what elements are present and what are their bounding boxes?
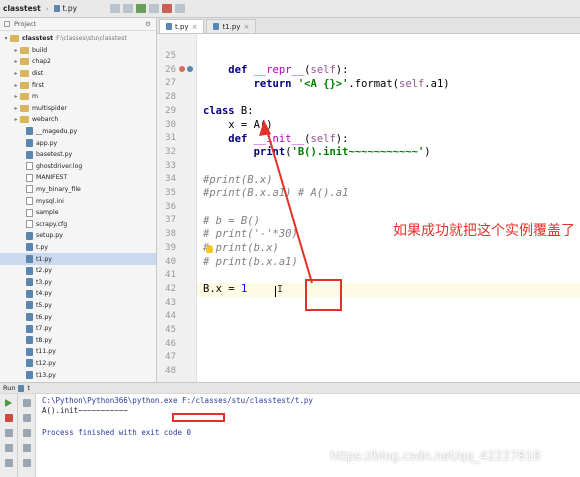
run-panel-title: Run bbox=[3, 384, 16, 392]
highlight-box bbox=[172, 413, 225, 422]
annotation-note: 如果成功就把这个实例覆盖了 bbox=[393, 223, 575, 239]
layout-icon[interactable] bbox=[5, 444, 13, 452]
run-console[interactable]: C:\Python\Python366\python.exe F:/classe… bbox=[36, 394, 580, 477]
scroll-up-icon[interactable] bbox=[23, 399, 31, 407]
console-command: C:\Python\Python366\python.exe F:/classe… bbox=[42, 396, 313, 405]
run-toolbar-secondary bbox=[18, 394, 36, 477]
print-icon[interactable] bbox=[23, 444, 31, 452]
trash-icon[interactable] bbox=[23, 459, 31, 467]
run-config-name[interactable]: t bbox=[27, 384, 30, 392]
console-output: A().init~~~~~~~~~~~ bbox=[42, 406, 128, 415]
scroll-down-icon[interactable] bbox=[23, 414, 31, 422]
python-file-icon bbox=[18, 384, 25, 392]
wrap-icon[interactable] bbox=[23, 429, 31, 437]
run-toolbar bbox=[0, 394, 18, 477]
watermark: https://blog.csdn.net/qq_42227818 bbox=[330, 449, 541, 463]
pin-icon[interactable] bbox=[5, 459, 13, 467]
pause-icon[interactable] bbox=[5, 429, 13, 437]
stop-icon[interactable] bbox=[5, 414, 13, 422]
rerun-icon[interactable] bbox=[5, 399, 12, 407]
run-panel-header: Run t bbox=[0, 382, 580, 394]
console-exit-status: Process finished with exit code 0 bbox=[42, 428, 192, 437]
